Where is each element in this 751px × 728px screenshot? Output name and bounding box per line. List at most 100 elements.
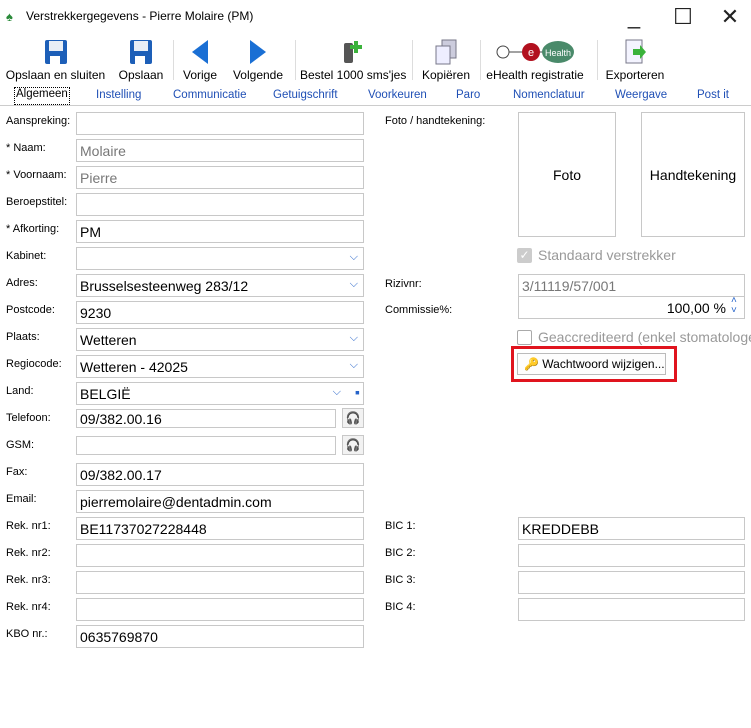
bic-label: BIC 4: (385, 601, 416, 613)
field-input-land[interactable]: BELGIË ⌵ ▪ (76, 382, 364, 405)
field-input-telefoon[interactable]: 09/382.00.16 (76, 409, 336, 428)
field-input-rek-nr3[interactable] (76, 571, 364, 594)
toolbar-button-label: Opslaan en sluiten (5, 68, 106, 82)
toolbar-button-label: Exporteren (605, 68, 665, 82)
field-label: GSM: (6, 439, 35, 451)
bic-label: BIC 1: (385, 520, 416, 532)
field-input-kabinet[interactable]: ⌵ (76, 247, 364, 270)
field-label: Land: (6, 385, 34, 397)
tab-voorkeuren[interactable]: Voorkeuren (368, 89, 427, 101)
tab-paro[interactable]: Paro (456, 89, 480, 101)
key-icon: 🔑 (524, 357, 539, 371)
field-input-rek-nr2[interactable] (76, 544, 364, 567)
bic-input-2[interactable] (518, 544, 745, 567)
standaard-checkbox[interactable]: ✓ (517, 248, 532, 263)
field-value: 09/382.00.17 (80, 467, 162, 483)
field-label: Postcode: (6, 304, 55, 316)
field-input-beroepstitel[interactable] (76, 193, 364, 216)
field-label: Rek. nr4: (6, 601, 51, 613)
chevron-down-icon[interactable]: ⌵ (350, 332, 358, 345)
field-label: Aanspreking: (6, 115, 71, 127)
arrow-right-icon (228, 38, 288, 66)
maximize-button[interactable]: ☐ (663, 4, 703, 32)
field-label: Kabinet: (6, 250, 47, 262)
field-input-regiocode[interactable]: Wetteren - 42025 ⌵ (76, 355, 364, 378)
tab-nomenclatuur[interactable]: Nomenclatuur (513, 89, 585, 101)
headset-button[interactable]: 🎧 (342, 408, 364, 428)
chevron-down-icon[interactable]: ⌵ (350, 359, 358, 372)
toolbar-separator (597, 40, 598, 80)
bic-input-3[interactable] (518, 571, 745, 594)
bic-input-4[interactable] (518, 598, 745, 621)
tab-weergave[interactable]: Weergave (615, 89, 667, 101)
tab-communicatie[interactable]: Communicatie (173, 89, 247, 101)
field-value: Brusselsesteenweg 283/12 (80, 278, 249, 294)
toolbar-button-label: Vorige (182, 68, 218, 82)
field-value: 09/382.00.16 (80, 411, 162, 427)
window-title: Verstrekkergegevens - Pierre Molaire (PM… (26, 9, 254, 23)
toolbar-separator (480, 40, 481, 80)
toolbar-button-volgende[interactable]: Volgende (228, 38, 288, 84)
rizivnr-input[interactable]: 3/11119/57/001 (518, 274, 745, 297)
foto-box[interactable]: Foto (518, 112, 616, 237)
chevron-down-icon[interactable]: ⌵ (333, 386, 341, 399)
commissie-value: 100,00 % (666, 300, 726, 316)
field-input-afkorting[interactable]: PM (76, 220, 364, 243)
field-label: Rek. nr3: (6, 574, 51, 586)
field-input-email[interactable]: pierremolaire@dentadmin.com (76, 490, 364, 513)
tab-instelling[interactable]: Instelling (96, 89, 141, 101)
field-label: Fax: (6, 466, 28, 478)
field-input-kbo-nr[interactable]: 0635769870 (76, 625, 364, 648)
geaccrediteerd-checkbox[interactable] (517, 330, 532, 345)
password-button-label: Wachtwoord wijzigen... (542, 357, 665, 371)
headset-button[interactable]: 🎧 (342, 435, 364, 455)
field-input-plaats[interactable]: Wetteren ⌵ (76, 328, 364, 351)
arrow-left-icon (180, 38, 220, 66)
field-input-voornaam[interactable]: Pierre (76, 166, 364, 189)
field-label: * Voornaam: (6, 169, 67, 181)
field-value: BE11737027228448 (80, 521, 207, 537)
app-logo-icon: ♠ (6, 9, 13, 24)
minimize-button[interactable]: _ (614, 4, 654, 32)
field-value: Pierre (80, 170, 118, 186)
field-label: Adres: (6, 277, 38, 289)
field-input-postcode[interactable]: 9230 (76, 301, 364, 324)
password-change-button[interactable]: 🔑 Wachtwoord wijzigen... (517, 353, 666, 375)
toolbar-separator (173, 40, 174, 80)
field-input-rek-nr1[interactable]: BE11737027228448 (76, 517, 364, 540)
field-label: Plaats: (6, 331, 40, 343)
toolbar-button-vorige[interactable]: Vorige (180, 38, 220, 84)
toolbar-separator (295, 40, 296, 80)
commissie-input[interactable]: 100,00 % (518, 296, 745, 319)
field-label: KBO nr.: (6, 628, 48, 640)
toolbar-button-opslaan-en-sluiten[interactable]: Opslaan en sluiten (3, 38, 108, 84)
bic-input-1[interactable]: KREDDEBB (518, 517, 745, 540)
field-value: pierremolaire@dentadmin.com (80, 494, 272, 510)
spinner-icon[interactable]: ˄ ˅ (731, 296, 737, 316)
tab-post-it[interactable]: Post it (697, 89, 729, 101)
toolbar-button-ehealth-registratie[interactable]: e Health eHealth registratie (485, 38, 585, 84)
toolbar-button-exporteren[interactable]: Exporteren (603, 38, 667, 84)
toolbar-button-opslaan[interactable]: Opslaan (115, 38, 167, 84)
handtekening-box[interactable]: Handtekening (641, 112, 745, 237)
toolbar-button-kopi-ren[interactable]: Kopiëren (418, 38, 474, 84)
field-input-rek-nr4[interactable] (76, 598, 364, 621)
chevron-down-icon[interactable]: ⌵ (350, 251, 358, 264)
field-input-gsm[interactable] (76, 436, 336, 455)
close-button[interactable]: ✕ (710, 4, 750, 32)
field-input-naam[interactable]: Molaire (76, 139, 364, 162)
save-icon[interactable]: ▪ (355, 384, 360, 400)
toolbar-button-label: Kopiëren (421, 68, 471, 82)
bic-value: KREDDEBB (522, 521, 600, 537)
chevron-down-icon[interactable]: ⌵ (350, 278, 358, 291)
foto-label: Foto / handtekening: (385, 115, 486, 127)
field-input-adres[interactable]: Brusselsesteenweg 283/12 ⌵ (76, 274, 364, 297)
field-input-aanspreking[interactable] (76, 112, 364, 135)
field-value: Molaire (80, 143, 126, 159)
svg-text:e: e (528, 47, 534, 59)
field-value: Wetteren - 42025 (80, 359, 188, 375)
toolbar-button-bestel-1000-sms-jes[interactable]: Bestel 1000 sms'jes (300, 38, 406, 84)
tab-getuigschrift[interactable]: Getuigschrift (273, 89, 338, 101)
tab-algemeen[interactable]: Algemeen (14, 87, 70, 105)
field-input-fax[interactable]: 09/382.00.17 (76, 463, 364, 486)
